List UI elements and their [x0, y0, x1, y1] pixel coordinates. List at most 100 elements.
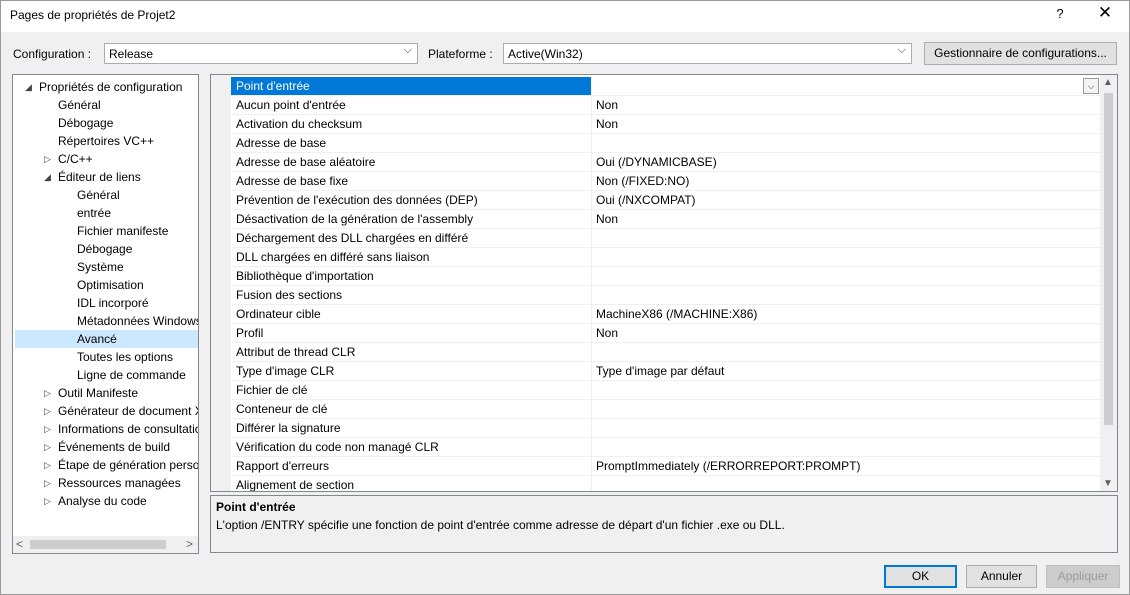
property-name[interactable]: Point d'entrée	[231, 77, 591, 96]
tree-item[interactable]: Métadonnées Windows	[13, 312, 198, 330]
tree-item[interactable]: Ligne de commande	[13, 366, 198, 384]
tree-item[interactable]: Général	[13, 186, 198, 204]
property-row[interactable]: Type d'image CLR Type d'image par défaut	[231, 362, 1101, 381]
property-name[interactable]: Différer la signature	[231, 419, 591, 438]
tree-item[interactable]: ▷ Ressources managées	[13, 474, 198, 492]
property-value[interactable]	[591, 476, 1101, 491]
property-row[interactable]: Adresse de base aléatoire Oui (/DYNAMICBA…	[231, 153, 1101, 172]
property-value[interactable]	[591, 419, 1101, 438]
tree-item[interactable]: Général	[13, 96, 198, 114]
property-value[interactable]	[591, 229, 1101, 248]
property-row[interactable]: Alignement de section	[231, 476, 1101, 491]
tree-item[interactable]: ▷ Événements de build	[13, 438, 198, 456]
property-name[interactable]: Aucun point d'entrée	[231, 96, 591, 115]
cancel-button[interactable]: Annuler	[966, 565, 1037, 588]
property-name[interactable]: Déchargement des DLL chargées en différé	[231, 229, 591, 248]
grid-vertical-scrollbar[interactable]: ▲ ▼	[1100, 75, 1117, 491]
expand-icon[interactable]: ▷	[44, 492, 54, 510]
value-dropdown-button[interactable]: ⌵	[1083, 78, 1099, 94]
property-value[interactable]	[591, 77, 1101, 96]
property-name[interactable]: Type d'image CLR	[231, 362, 591, 381]
tree-item[interactable]: Débogage	[13, 114, 198, 132]
property-name[interactable]: Activation du checksum	[231, 115, 591, 134]
property-row[interactable]: Activation du checksum Non	[231, 115, 1101, 134]
expand-icon[interactable]: ▷	[44, 150, 54, 168]
property-name[interactable]: Fusion des sections	[231, 286, 591, 305]
chevron-down-icon[interactable]: ▼	[1103, 478, 1113, 489]
expand-icon[interactable]: ▷	[44, 456, 54, 474]
property-name[interactable]: Prévention de l'exécution des données (D…	[231, 191, 591, 210]
property-name[interactable]: DLL chargées en différé sans liaison	[231, 248, 591, 267]
tree-item[interactable]: Répertoires VC++	[13, 132, 198, 150]
close-button[interactable]: ✕	[1095, 3, 1115, 23]
property-value[interactable]	[591, 134, 1101, 153]
property-name[interactable]: Adresse de base fixe	[231, 172, 591, 191]
property-value[interactable]	[591, 248, 1101, 267]
property-value[interactable]	[591, 267, 1101, 286]
tree-item[interactable]: ◢ Propriétés de configuration	[13, 78, 198, 96]
tree-horizontal-scrollbar[interactable]: < >	[13, 536, 198, 553]
property-row[interactable]: Attribut de thread CLR	[231, 343, 1101, 362]
property-name[interactable]: Bibliothèque d'importation	[231, 267, 591, 286]
tree-item[interactable]: entrée	[13, 204, 198, 222]
property-row[interactable]: Prévention de l'exécution des données (D…	[231, 191, 1101, 210]
property-name[interactable]: Adresse de base	[231, 134, 591, 153]
tree-item[interactable]: ▷ Étape de génération personnalisée	[13, 456, 198, 474]
tree-item[interactable]: ▷ Informations de consultation	[13, 420, 198, 438]
apply-button[interactable]: Appliquer	[1046, 565, 1120, 588]
property-name[interactable]: Conteneur de clé	[231, 400, 591, 419]
property-row[interactable]: Différer la signature	[231, 419, 1101, 438]
property-row[interactable]: Fichier de clé	[231, 381, 1101, 400]
property-value[interactable]: Oui (/NXCOMPAT)	[591, 191, 1101, 210]
tree-item[interactable]: Fichier manifeste	[13, 222, 198, 240]
property-value[interactable]	[591, 381, 1101, 400]
tree-item[interactable]: ▷ Générateur de document XML	[13, 402, 198, 420]
property-name[interactable]: Profil	[231, 324, 591, 343]
property-row[interactable]: Conteneur de clé	[231, 400, 1101, 419]
property-row[interactable]: Profil Non	[231, 324, 1101, 343]
property-row[interactable]: DLL chargées en différé sans liaison	[231, 248, 1101, 267]
scrollbar-thumb[interactable]	[1104, 93, 1113, 425]
collapse-icon[interactable]: ◢	[25, 78, 35, 96]
property-row[interactable]: Point d'entrée ⌵	[231, 77, 1101, 96]
configuration-dropdown[interactable]: Release ⌵	[104, 43, 418, 64]
property-name[interactable]: Rapport d'erreurs	[231, 457, 591, 476]
scroll-right-icon[interactable]: >	[186, 537, 193, 551]
property-name[interactable]: Adresse de base aléatoire	[231, 153, 591, 172]
tree-item[interactable]: ▷ Analyse du code	[13, 492, 198, 510]
tree-item[interactable]: ▷ C/C++	[13, 150, 198, 168]
config-manager-button[interactable]: Gestionnaire de configurations...	[924, 42, 1117, 65]
property-value[interactable]: MachineX86 (/MACHINE:X86)	[591, 305, 1101, 324]
property-name[interactable]: Alignement de section	[231, 476, 591, 491]
expand-icon[interactable]: ▷	[44, 438, 54, 456]
property-name[interactable]: Ordinateur cible	[231, 305, 591, 324]
tree-item[interactable]: ◢ Éditeur de liens	[13, 168, 198, 186]
tree-item[interactable]: Avancé	[15, 330, 198, 348]
property-value[interactable]: PromptImmediately (/ERRORREPORT:PROMPT)	[591, 457, 1101, 476]
property-value[interactable]: Type d'image par défaut	[591, 362, 1101, 381]
property-name[interactable]: Attribut de thread CLR	[231, 343, 591, 362]
property-row[interactable]: Rapport d'erreurs PromptImmediately (/ERR…	[231, 457, 1101, 476]
property-row[interactable]: Désactivation de la génération de l'asse…	[231, 210, 1101, 229]
property-row[interactable]: Fusion des sections	[231, 286, 1101, 305]
property-row[interactable]: Adresse de base	[231, 134, 1101, 153]
property-name[interactable]: Désactivation de la génération de l'asse…	[231, 210, 591, 229]
expand-icon[interactable]: ▷	[44, 474, 54, 492]
collapse-icon[interactable]: ◢	[44, 168, 54, 186]
scrollbar-thumb[interactable]	[30, 540, 166, 549]
expand-icon[interactable]: ▷	[44, 384, 54, 402]
expand-icon[interactable]: ▷	[44, 420, 54, 438]
property-name[interactable]: Fichier de clé	[231, 381, 591, 400]
property-value[interactable]: Non	[591, 96, 1101, 115]
property-value[interactable]	[591, 286, 1101, 305]
property-value[interactable]: Non (/FIXED:NO)	[591, 172, 1101, 191]
tree-item[interactable]: Système	[13, 258, 198, 276]
property-value[interactable]: Non	[591, 210, 1101, 229]
property-value[interactable]	[591, 343, 1101, 362]
property-value[interactable]: Non	[591, 324, 1101, 343]
property-row[interactable]: Bibliothèque d'importation	[231, 267, 1101, 286]
property-row[interactable]: Aucun point d'entrée Non	[231, 96, 1101, 115]
property-value[interactable]	[591, 438, 1101, 457]
tree-item[interactable]: IDL incorporé	[13, 294, 198, 312]
ok-button[interactable]: OK	[884, 565, 957, 588]
